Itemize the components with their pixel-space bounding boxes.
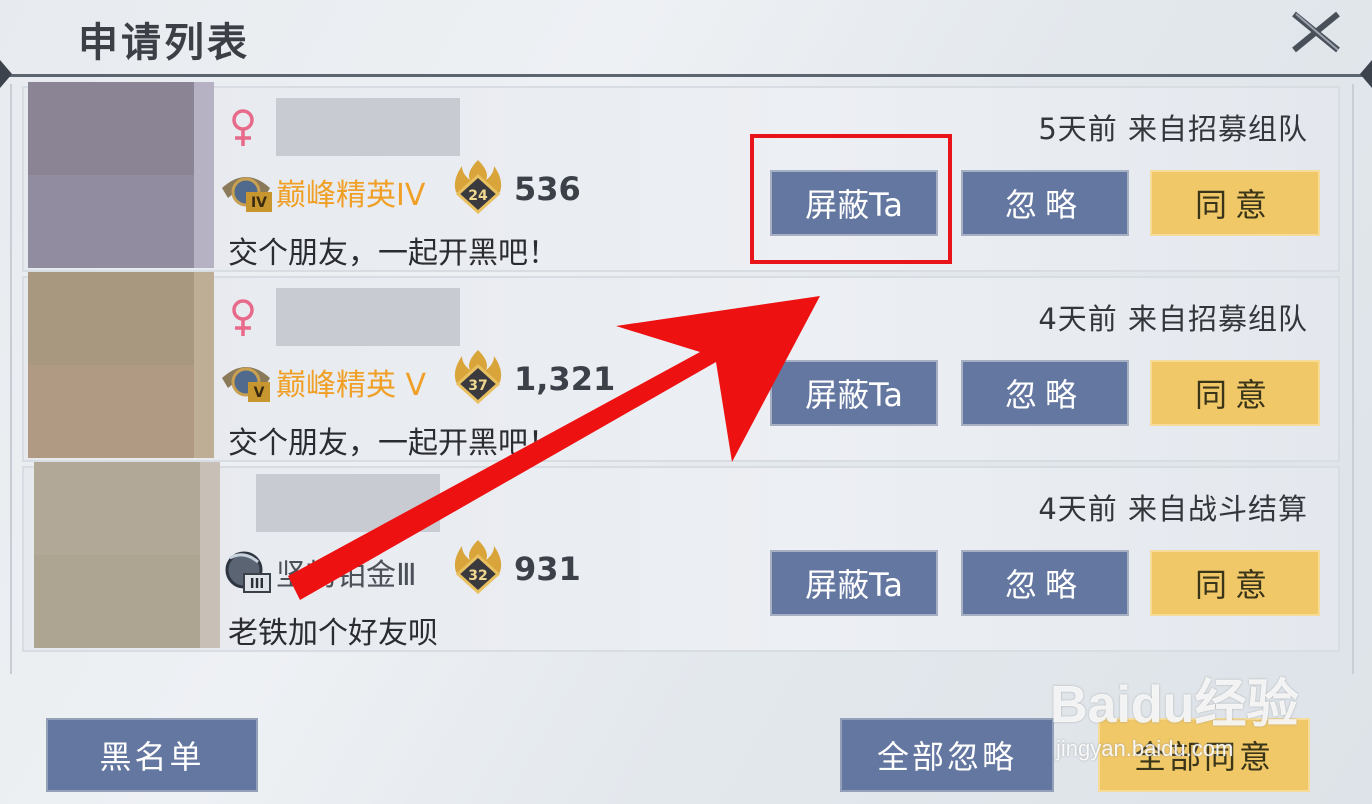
block-button[interactable]: 屏蔽Ta — [770, 170, 938, 236]
level-number: 37 — [468, 378, 487, 394]
avatar-blur-top — [28, 272, 214, 365]
ignore-all-button[interactable]: 全部忽略 — [840, 718, 1054, 792]
level-number: 24 — [468, 188, 488, 204]
block-button[interactable]: 屏蔽Ta — [770, 360, 938, 426]
score: 536 — [514, 170, 581, 208]
page-title: 申请列表 — [78, 20, 250, 66]
request-message: 老铁加个好友呗 — [228, 616, 438, 651]
agree-all-button[interactable]: 全部同意 — [1098, 718, 1310, 792]
avatar-blur-edge — [194, 272, 214, 458]
rank-name: 巅峰精英IV — [276, 178, 426, 213]
avatar-blur-bottom — [28, 365, 214, 458]
avatar-blur-edge — [200, 462, 220, 648]
block-button[interactable]: 屏蔽Ta — [770, 550, 938, 616]
close-button[interactable] — [1288, 6, 1344, 58]
request-time-source: 5天前 来自招募组队 — [1038, 112, 1308, 146]
request-message: 交个朋友，一起开黑吧！ — [228, 236, 558, 271]
score: 1,321 — [514, 360, 616, 398]
level-badge-icon: 37 — [454, 350, 502, 405]
player-name-redacted — [256, 474, 440, 532]
svg-text:V: V — [254, 385, 265, 401]
rank-icon: III — [225, 551, 271, 593]
agree-button[interactable]: 同意 — [1150, 360, 1320, 426]
request-card: III 坚韧铂金Ⅲ 32 931 老铁加个好友呗 4天前 来自战斗结算 屏蔽Ta… — [22, 462, 1340, 652]
ignore-button[interactable]: 忽略 — [961, 360, 1129, 426]
request-card: IV 巅峰精英IV 24 536 交个朋友，一起开黑吧！ 5天前 来自招募组队 … — [22, 82, 1340, 272]
svg-text:IV: IV — [251, 195, 267, 211]
avatar-blur-top — [34, 462, 220, 555]
player-name-redacted — [276, 288, 460, 346]
female-icon — [232, 299, 254, 336]
level-badge-icon: 32 — [454, 540, 502, 595]
request-message: 交个朋友，一起开黑吧！ — [228, 426, 558, 461]
avatar[interactable] — [28, 82, 214, 268]
avatar-blur-edge — [194, 82, 214, 268]
avatar[interactable] — [28, 272, 214, 458]
ignore-button[interactable]: 忽略 — [961, 550, 1129, 616]
request-time-source: 4天前 来自战斗结算 — [1038, 492, 1308, 526]
blacklist-button[interactable]: 黑名单 — [46, 718, 258, 792]
score: 931 — [514, 550, 581, 588]
rank-icon: IV — [222, 177, 272, 212]
player-name-redacted — [276, 98, 460, 156]
close-icon — [1292, 11, 1340, 53]
request-card: V 巅峰精英 V 37 1,321 交个朋友，一起开黑吧！ 4天前 来自招募组队… — [22, 272, 1340, 462]
female-icon — [232, 109, 254, 146]
avatar[interactable] — [34, 462, 220, 648]
header-divider — [0, 74, 1372, 77]
rank-name: 巅峰精英 V — [276, 368, 427, 403]
rank-name: 坚韧铂金Ⅲ — [276, 558, 417, 593]
request-time-source: 4天前 来自招募组队 — [1038, 302, 1308, 336]
avatar-blur-bottom — [34, 555, 220, 648]
avatar-blur-bottom — [28, 175, 214, 268]
ignore-button[interactable]: 忽略 — [961, 170, 1129, 236]
corner-marker-right — [1360, 60, 1372, 88]
agree-button[interactable]: 同意 — [1150, 170, 1320, 236]
level-number: 32 — [468, 568, 487, 584]
agree-button[interactable]: 同意 — [1150, 550, 1320, 616]
avatar-blur-top — [28, 82, 214, 175]
svg-text:III: III — [250, 577, 265, 592]
rank-icon: V — [222, 367, 270, 402]
level-badge-icon: 24 — [454, 160, 502, 215]
